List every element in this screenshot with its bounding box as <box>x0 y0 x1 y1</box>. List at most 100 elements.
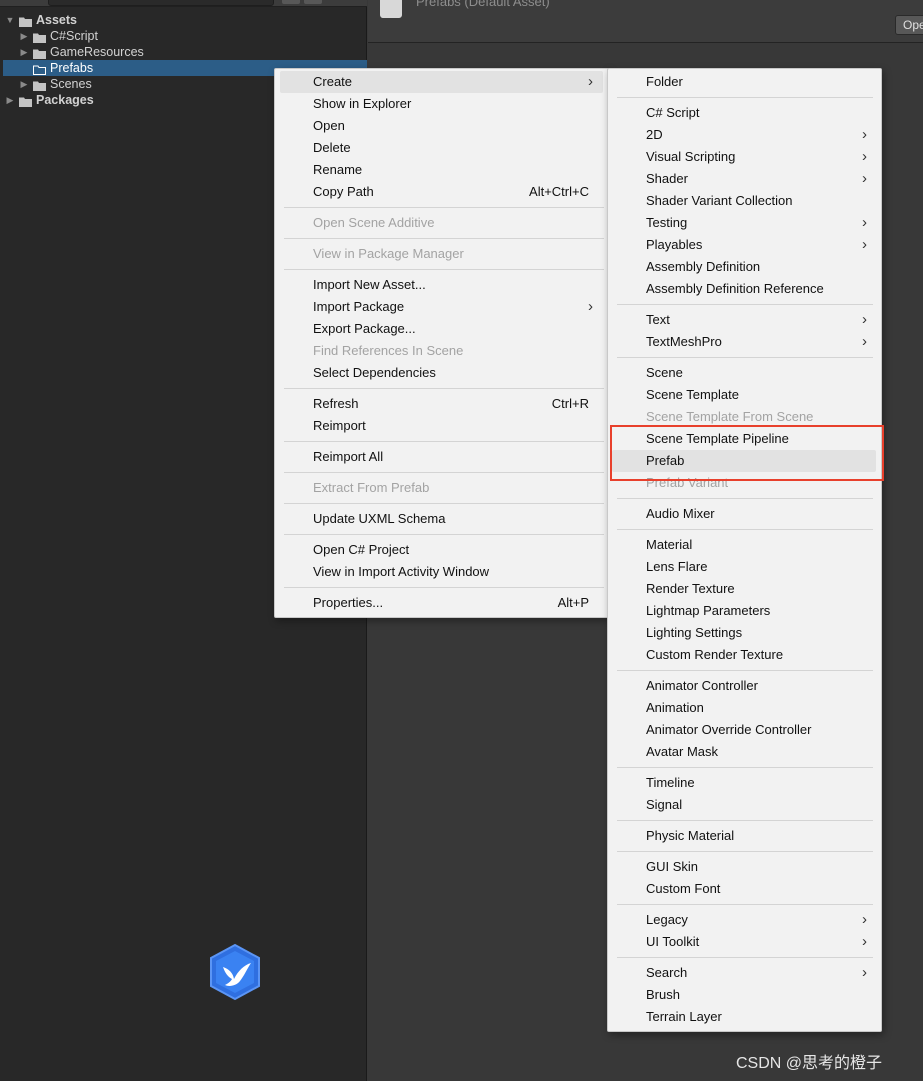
inspector-title: Prefabs (Default Asset) <box>416 0 550 9</box>
tree-item-c-script[interactable]: ▶ C#Script <box>3 28 367 44</box>
menu-item-open[interactable]: Open <box>280 115 603 137</box>
menu-item-label: Lightmap Parameters <box>646 603 771 618</box>
collapsed-arrow-icon[interactable]: ▶ <box>4 92 16 108</box>
menu-item-scene[interactable]: Scene <box>612 362 876 384</box>
menu-item-animator-controller[interactable]: Animator Controller <box>612 675 876 697</box>
menu-item-lightmap-parameters[interactable]: Lightmap Parameters <box>612 600 876 622</box>
menu-item-label: Material <box>646 537 693 552</box>
open-button[interactable]: Open <box>895 15 923 35</box>
tree-item-assets[interactable]: ▼ Assets <box>3 12 367 28</box>
menu-item-ui-toolkit[interactable]: UI Toolkit › <box>612 931 876 953</box>
filter-button[interactable] <box>282 0 300 4</box>
menu-item-create[interactable]: Create › <box>280 71 603 93</box>
menu-item-visual-scripting[interactable]: Visual Scripting › <box>612 146 876 168</box>
project-toolbar: 16 <box>0 0 367 7</box>
menu-item-delete[interactable]: Delete <box>280 137 603 159</box>
tree-item-label: C#Script <box>50 29 98 43</box>
menu-item-material[interactable]: Material <box>612 534 876 556</box>
menu-item-label: Open C# Project <box>313 542 410 557</box>
menu-item-folder[interactable]: Folder <box>612 71 876 93</box>
menu-item-refresh[interactable]: Refresh Ctrl+R <box>280 393 603 415</box>
menu-item-audio-mixer[interactable]: Audio Mixer <box>612 503 876 525</box>
menu-item-lens-flare[interactable]: Lens Flare <box>612 556 876 578</box>
menu-item-open-c-project[interactable]: Open C# Project <box>280 539 603 561</box>
menu-separator <box>284 207 604 208</box>
menu-item-lighting-settings[interactable]: Lighting Settings <box>612 622 876 644</box>
folder-icon <box>19 95 32 107</box>
menu-item-legacy[interactable]: Legacy › <box>612 909 876 931</box>
menu-item-open-scene-additive: Open Scene Additive <box>280 212 603 234</box>
menu-item-shader[interactable]: Shader › <box>612 168 876 190</box>
menu-separator <box>284 472 604 473</box>
menu-item-signal[interactable]: Signal <box>612 794 876 816</box>
menu-item-update-uxml-schema[interactable]: Update UXML Schema <box>280 508 603 530</box>
hidden-count: 16 <box>330 0 342 3</box>
menu-item-scene-template[interactable]: Scene Template <box>612 384 876 406</box>
menu-item-label: Text <box>646 312 670 327</box>
menu-item-testing[interactable]: Testing › <box>612 212 876 234</box>
menu-item-show-in-explorer[interactable]: Show in Explorer <box>280 93 603 115</box>
menu-item-label: Import New Asset... <box>313 277 426 292</box>
menu-separator <box>284 269 604 270</box>
submenu-arrow-icon: › <box>862 126 867 143</box>
menu-separator <box>617 767 873 768</box>
menu-item-search[interactable]: Search › <box>612 962 876 984</box>
menu-item-label: Lighting Settings <box>646 625 743 640</box>
folder-icon <box>33 47 46 59</box>
menu-item-select-dependencies[interactable]: Select Dependencies <box>280 362 603 384</box>
menu-item-export-package[interactable]: Export Package... <box>280 318 603 340</box>
menu-item-copy-path[interactable]: Copy Path Alt+Ctrl+C <box>280 181 603 203</box>
label-filter-button[interactable] <box>304 0 322 4</box>
menu-item-import-new-asset[interactable]: Import New Asset... <box>280 274 603 296</box>
menu-item-label: Rename <box>313 162 363 177</box>
search-input[interactable] <box>48 0 274 6</box>
menu-item-animator-override-controller[interactable]: Animator Override Controller <box>612 719 876 741</box>
menu-item-label: Signal <box>646 797 683 812</box>
menu-item-shader-variant-collection[interactable]: Shader Variant Collection <box>612 190 876 212</box>
menu-item-textmeshpro[interactable]: TextMeshPro › <box>612 331 876 353</box>
menu-item-animation[interactable]: Animation <box>612 697 876 719</box>
menu-item-find-references-in-scene: Find References In Scene <box>280 340 603 362</box>
menu-item-properties[interactable]: Properties... Alt+P <box>280 592 603 614</box>
menu-item-c-script[interactable]: C# Script <box>612 102 876 124</box>
menu-item-gui-skin[interactable]: GUI Skin <box>612 856 876 878</box>
menu-item-physic-material[interactable]: Physic Material <box>612 825 876 847</box>
menu-item-label: Open <box>313 118 345 133</box>
collapsed-arrow-icon[interactable]: ▶ <box>18 76 30 92</box>
menu-item-text[interactable]: Text › <box>612 309 876 331</box>
tree-item-gameresources[interactable]: ▶ GameResources <box>3 44 367 60</box>
submenu-arrow-icon: › <box>862 964 867 981</box>
menu-separator <box>617 498 873 499</box>
menu-item-timeline[interactable]: Timeline <box>612 772 876 794</box>
menu-item-custom-render-texture[interactable]: Custom Render Texture <box>612 644 876 666</box>
submenu-arrow-icon: › <box>862 311 867 328</box>
menu-item-label: UI Toolkit <box>646 934 700 949</box>
menu-item-label: Refresh <box>313 396 359 411</box>
menu-item-assembly-definition-reference[interactable]: Assembly Definition Reference <box>612 278 876 300</box>
menu-item-view-in-import-activity-window[interactable]: View in Import Activity Window <box>280 561 603 583</box>
menu-item-import-package[interactable]: Import Package › <box>280 296 603 318</box>
menu-item-rename[interactable]: Rename <box>280 159 603 181</box>
menu-item-playables[interactable]: Playables › <box>612 234 876 256</box>
menu-separator <box>284 441 604 442</box>
menu-item-label: Physic Material <box>646 828 735 843</box>
menu-separator <box>284 587 604 588</box>
menu-item-reimport[interactable]: Reimport <box>280 415 603 437</box>
menu-item-custom-font[interactable]: Custom Font <box>612 878 876 900</box>
menu-item-2d[interactable]: 2D › <box>612 124 876 146</box>
menu-item-avatar-mask[interactable]: Avatar Mask <box>612 741 876 763</box>
collapsed-arrow-icon[interactable]: ▶ <box>18 44 30 60</box>
menu-item-reimport-all[interactable]: Reimport All <box>280 446 603 468</box>
menu-item-label: View in Import Activity Window <box>313 564 490 579</box>
menu-item-brush[interactable]: Brush <box>612 984 876 1006</box>
menu-item-render-texture[interactable]: Render Texture <box>612 578 876 600</box>
menu-item-label: Render Texture <box>646 581 735 596</box>
menu-item-label: Copy Path <box>313 184 374 199</box>
menu-item-label: Show in Explorer <box>313 96 412 111</box>
menu-item-assembly-definition[interactable]: Assembly Definition <box>612 256 876 278</box>
folder-icon <box>19 15 32 27</box>
menu-item-terrain-layer[interactable]: Terrain Layer <box>612 1006 876 1028</box>
collapsed-arrow-icon[interactable]: ▶ <box>18 28 30 44</box>
menu-separator <box>617 529 873 530</box>
expanded-arrow-icon[interactable]: ▼ <box>4 12 16 28</box>
